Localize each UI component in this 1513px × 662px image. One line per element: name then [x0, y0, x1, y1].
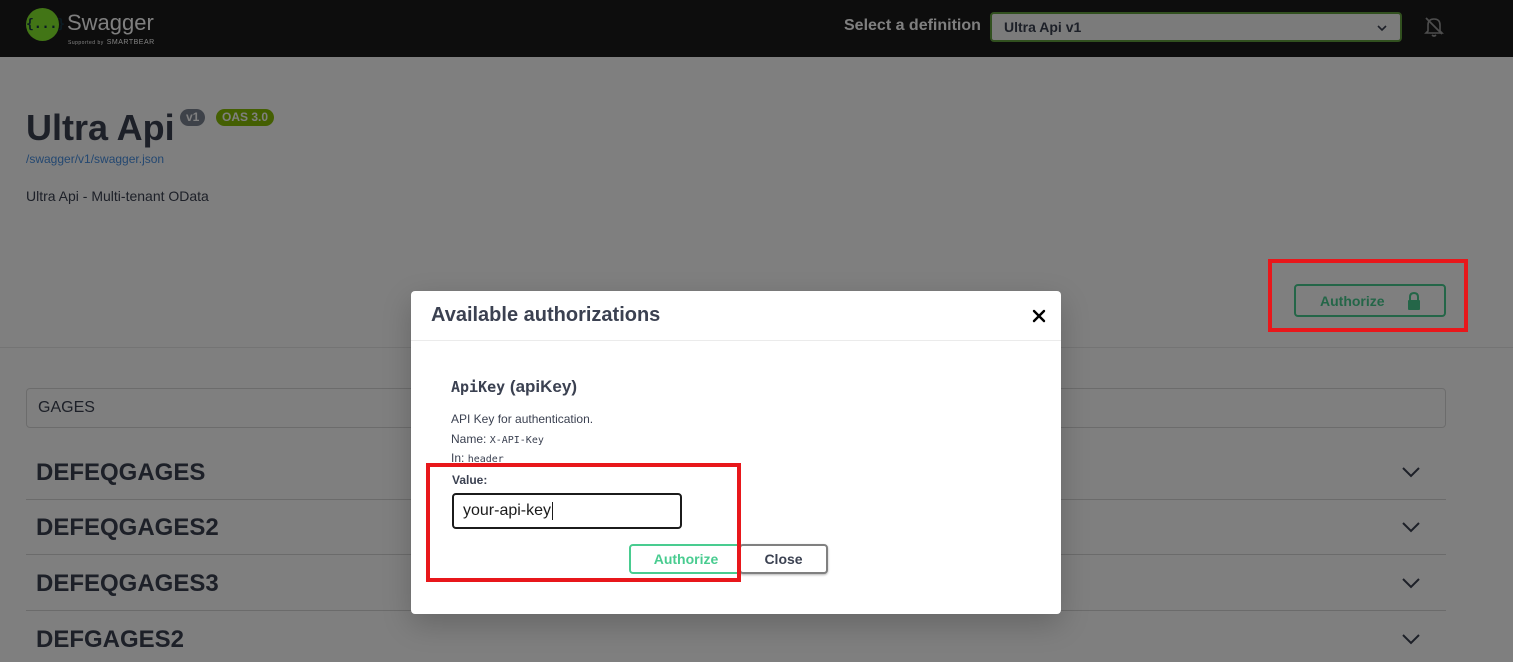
- highlight-authorize-button: [1268, 259, 1468, 332]
- dialog-close-button[interactable]: Close: [739, 544, 828, 574]
- dialog-header: Available authorizations: [411, 291, 1061, 341]
- dialog-title: Available authorizations: [431, 304, 661, 326]
- auth-scheme-title: ApiKey (apiKey): [451, 377, 577, 397]
- auth-name-label: Name:: [451, 432, 487, 446]
- close-icon[interactable]: [1029, 306, 1049, 326]
- auth-name-row: Name: X-API-Key: [451, 432, 544, 446]
- auth-scheme-code: ApiKey: [451, 378, 506, 396]
- highlight-value-section: [426, 463, 741, 582]
- auth-scheme-type: (apiKey): [509, 377, 577, 396]
- auth-description: API Key for authentication.: [451, 412, 594, 426]
- auth-name-value: X-API-Key: [489, 435, 544, 446]
